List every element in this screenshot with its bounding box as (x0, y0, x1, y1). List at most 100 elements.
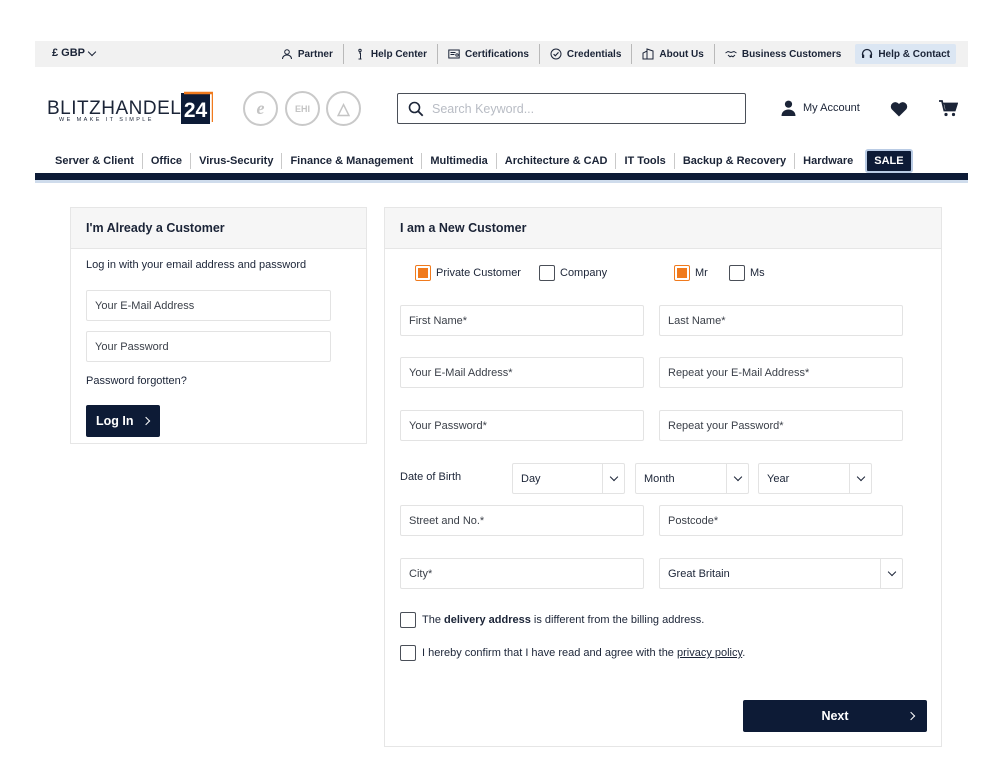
login-email-input[interactable] (87, 291, 330, 320)
next-button[interactable]: Next (743, 700, 927, 732)
password-forgotten-link[interactable]: Password forgotten? (86, 375, 187, 387)
ms-label: Ms (750, 267, 765, 279)
nav-underline (35, 173, 968, 180)
street-input[interactable] (401, 506, 643, 535)
trust-seal-ehi[interactable]: e (243, 91, 278, 126)
login-button[interactable]: Log In (86, 405, 160, 437)
delivery-text-bold: delivery address (444, 614, 531, 626)
main-nav: Server & Client Office Virus-Security Fi… (35, 149, 968, 173)
dob-month-select[interactable]: Month (635, 463, 749, 494)
privacy-label: I hereby confirm that I have read and ag… (422, 647, 745, 659)
dob-year-value: Year (767, 472, 790, 485)
last-name-input[interactable] (660, 306, 902, 335)
register-panel-title: I am a New Customer (385, 208, 941, 249)
dob-day-value: Day (521, 472, 541, 485)
email-repeat-input[interactable] (660, 358, 902, 387)
mr-checkbox[interactable] (674, 265, 690, 281)
headset-icon (862, 48, 873, 58)
select-divider (849, 464, 850, 493)
select-divider (726, 464, 727, 493)
ms-checkbox[interactable] (729, 265, 745, 281)
first-name-field (400, 305, 644, 336)
dob-year-select[interactable]: Year (758, 463, 872, 494)
help-contact-button[interactable]: Help & Contact (855, 44, 956, 64)
top-link-about-us[interactable]: About Us (631, 44, 713, 64)
chevron-down-icon (87, 47, 97, 56)
password-input[interactable] (401, 411, 643, 440)
nav-underline-accent (35, 180, 968, 183)
private-customer-checkbox[interactable] (415, 265, 431, 281)
email-input[interactable] (401, 358, 643, 387)
top-link-credentials[interactable]: Credentials (538, 44, 631, 64)
nav-item-office[interactable]: Office (141, 153, 190, 169)
nav-item-multimedia[interactable]: Multimedia (421, 153, 495, 169)
cart-icon[interactable] (939, 100, 958, 117)
mr-label: Mr (695, 267, 708, 279)
company-checkbox[interactable] (539, 265, 555, 281)
date-of-birth-label: Date of Birth (400, 471, 462, 483)
seal-label: e (256, 98, 265, 118)
nav-item-hardware[interactable]: Hardware (794, 153, 861, 169)
delivery-text-pre: The (422, 614, 445, 626)
privacy-checkbox[interactable] (400, 645, 416, 661)
site-logo[interactable]: BLITZHANDEL WE MAKE IT SIMPLE 24 (47, 90, 217, 128)
last-name-field (659, 305, 903, 336)
register-panel: I am a New Customer Private Customer Com… (384, 207, 942, 747)
city-field (400, 558, 644, 589)
dob-day-select[interactable]: Day (512, 463, 625, 494)
trust-seal-ehi-2[interactable]: EHI (285, 91, 320, 126)
top-bar: £ GBP Partner Help Center Certifications… (35, 41, 968, 67)
search-input[interactable] (432, 101, 732, 116)
login-password-field (86, 331, 331, 362)
logo-tagline: WE MAKE IT SIMPLE (59, 117, 154, 123)
login-password-input[interactable] (87, 332, 330, 361)
top-link-partner[interactable]: Partner (271, 44, 343, 64)
privacy-text-pre: I hereby confirm that I have read and ag… (422, 647, 677, 659)
top-link-certifications[interactable]: Certifications (437, 44, 539, 64)
heart-icon[interactable] (890, 101, 908, 117)
login-panel: I'm Already a Customer Log in with your … (70, 207, 367, 444)
help-contact-label: Help & Contact (878, 48, 950, 60)
certificate-icon (448, 49, 460, 59)
street-field (400, 505, 644, 536)
country-select[interactable]: Great Britain (659, 558, 903, 589)
nav-item-sale[interactable]: SALE (865, 149, 913, 173)
logo-mark-icon: 24 (181, 91, 213, 124)
my-account-link[interactable]: My Account (781, 100, 860, 116)
nav-item-virus-security[interactable]: Virus-Security (190, 153, 281, 169)
postcode-input[interactable] (660, 506, 902, 535)
password-repeat-input[interactable] (660, 411, 902, 440)
nav-item-architecture-cad[interactable]: Architecture & CAD (495, 153, 616, 169)
city-input[interactable] (401, 559, 643, 588)
top-link-business-customers[interactable]: Business Customers (713, 44, 851, 64)
trust-seal-3[interactable]: △ (326, 91, 361, 126)
currency-selector[interactable]: £ GBP (52, 47, 97, 59)
chevron-down-icon (887, 567, 897, 577)
top-link-help-center[interactable]: Help Center (342, 44, 437, 64)
delivery-address-label: The delivery address is different from t… (422, 614, 704, 626)
delivery-address-checkbox[interactable] (400, 612, 416, 628)
first-name-input[interactable] (401, 306, 643, 335)
nav-item-server-client[interactable]: Server & Client (47, 153, 142, 169)
login-panel-title: I'm Already a Customer (71, 208, 366, 249)
company-label: Company (560, 267, 608, 279)
chevron-right-icon (141, 416, 151, 426)
login-button-label: Log In (96, 414, 134, 428)
select-divider (880, 559, 881, 588)
email-field (400, 357, 644, 388)
top-link-label: Partner (297, 48, 333, 60)
logo-mark-text: 24 (184, 99, 208, 122)
select-divider (602, 464, 603, 493)
top-link-label: About Us (659, 48, 704, 60)
nav-item-backup-recovery[interactable]: Backup & Recovery (673, 153, 794, 169)
delivery-text-post: is different from the billing address. (530, 614, 705, 626)
user-icon (781, 100, 796, 116)
seal-label: △ (337, 100, 350, 118)
chevron-down-icon (609, 472, 619, 482)
top-link-label: Certifications (465, 48, 529, 60)
country-value: Great Britain (668, 567, 730, 580)
privacy-policy-link[interactable]: privacy policy (677, 647, 742, 659)
nav-item-it-tools[interactable]: IT Tools (615, 153, 673, 169)
nav-item-finance-management[interactable]: Finance & Management (281, 153, 421, 169)
chevron-down-icon (733, 472, 743, 482)
